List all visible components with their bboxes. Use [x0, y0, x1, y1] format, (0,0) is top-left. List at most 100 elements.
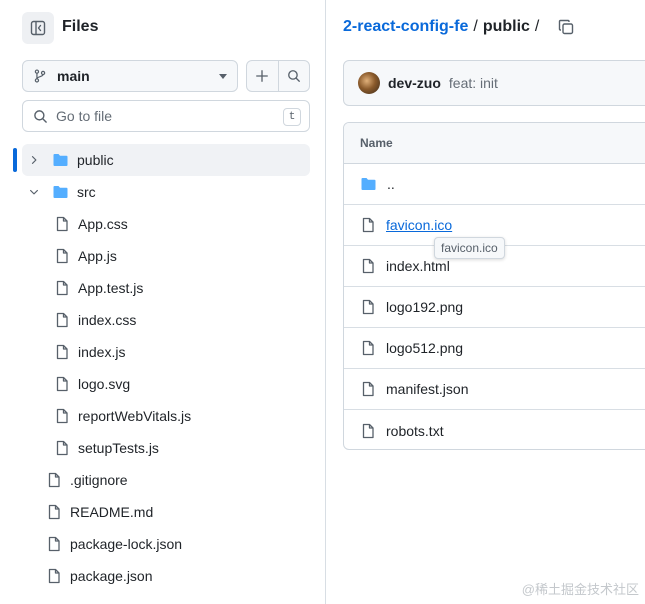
branch-name: main: [57, 68, 90, 84]
file-icon: [362, 217, 374, 233]
tree-item-label: App.test.js: [78, 280, 144, 296]
tree-item-label: index.css: [78, 312, 137, 328]
tree-file-item[interactable]: index.css: [0, 304, 326, 336]
file-icon: [362, 258, 374, 274]
file-icon: [48, 472, 60, 488]
commit-message[interactable]: feat: init: [449, 75, 498, 91]
sidebar-action-group: [246, 60, 310, 92]
sidebar-collapse-icon: [30, 20, 46, 36]
tree-file-item[interactable]: README.md: [0, 496, 326, 528]
file-row[interactable]: logo192.png: [344, 287, 645, 328]
commit-author[interactable]: dev-zuo: [388, 75, 441, 91]
file-icon: [56, 248, 68, 264]
tree-item-label: logo.svg: [78, 376, 131, 392]
file-row[interactable]: robots.txt: [344, 410, 645, 449]
parent-directory-row[interactable]: ..: [344, 164, 645, 205]
file-name-link[interactable]: robots.txt: [386, 423, 444, 439]
tree-expander[interactable]: [26, 152, 42, 168]
folder-icon: [53, 154, 68, 166]
file-icon: [48, 568, 60, 584]
breadcrumb-separator: /: [534, 18, 540, 35]
add-file-button[interactable]: [247, 61, 279, 91]
file-name-link[interactable]: favicon.ico: [386, 217, 452, 233]
tree-file-item[interactable]: index.js: [0, 336, 326, 368]
file-icon: [56, 344, 68, 360]
git-branch-icon: [34, 69, 46, 83]
folder-icon: [53, 186, 68, 198]
latest-commit-bar: dev-zuo feat: init: [343, 60, 645, 106]
sidebar-toggle-button[interactable]: [22, 12, 54, 44]
chevron-right-icon: [31, 156, 37, 164]
tree-folder-item[interactable]: src: [0, 176, 326, 208]
go-to-file-input[interactable]: [56, 108, 276, 124]
tree-item-label: reportWebVitals.js: [78, 408, 192, 424]
file-icon: [56, 312, 68, 328]
tree-file-item[interactable]: logo.svg: [0, 368, 326, 400]
file-name-link[interactable]: logo192.png: [386, 299, 463, 315]
tree-item-label: public: [77, 152, 114, 168]
tree-file-item[interactable]: setupTests.js: [0, 432, 326, 464]
keyboard-shortcut-hint: t: [283, 108, 301, 126]
file-tree-sidebar: Files main Go to file t public src App.c…: [0, 0, 326, 604]
file-icon: [56, 440, 68, 456]
file-icon: [56, 216, 68, 232]
breadcrumb-repo-link[interactable]: 2-react-config-fe: [343, 18, 468, 36]
file-icon: [56, 376, 68, 392]
tree-file-item[interactable]: package-lock.json: [0, 528, 326, 560]
tree-file-item[interactable]: reportWebVitals.js: [0, 400, 326, 432]
tree-expander[interactable]: [26, 184, 42, 200]
search-code-button[interactable]: [279, 61, 310, 91]
tree-item-label: setupTests.js: [78, 440, 159, 456]
file-icon: [56, 280, 68, 296]
tree-file-item[interactable]: App.test.js: [0, 272, 326, 304]
hover-tooltip: favicon.ico: [434, 237, 505, 259]
tree-item-label: .gitignore: [70, 472, 128, 488]
watermark: @稀土掘金技术社区: [521, 582, 639, 597]
file-icon: [362, 423, 374, 438]
file-name-link[interactable]: manifest.json: [386, 381, 468, 397]
file-icon: [362, 381, 374, 397]
file-name-link[interactable]: ..: [387, 176, 395, 192]
tree-folder-item[interactable]: public: [22, 144, 310, 176]
go-to-file-field[interactable]: t: [22, 100, 310, 132]
tree-file-item[interactable]: App.js: [0, 240, 326, 272]
file-row[interactable]: logo512.png: [344, 328, 645, 369]
tree-item-label: package.json: [70, 568, 153, 584]
folder-icon: [361, 178, 376, 190]
breadcrumb-current: public: [482, 18, 530, 35]
plus-icon: [256, 70, 269, 82]
search-icon: [287, 70, 300, 82]
file-row[interactable]: manifest.json: [344, 369, 645, 410]
tree-item-label: README.md: [70, 504, 154, 520]
tree-file-item[interactable]: App.css: [0, 208, 326, 240]
search-icon: [34, 109, 47, 123]
tree-file-item[interactable]: .gitignore: [0, 464, 326, 496]
sidebar-title: Files: [62, 18, 99, 35]
file-icon: [48, 536, 60, 552]
file-icon: [56, 408, 68, 424]
tree-item-label: App.js: [78, 248, 117, 264]
chevron-down-icon: [219, 73, 227, 79]
tree-file-item[interactable]: package.json: [0, 560, 326, 592]
breadcrumb-separator: /: [473, 18, 478, 35]
file-name-link[interactable]: index.html: [386, 258, 450, 274]
file-list-table: Name .. favicon.ico index.html logo192.png l…: [343, 122, 645, 450]
file-icon: [362, 299, 374, 315]
file-list-body: .. favicon.ico index.html logo192.png logo51…: [344, 164, 645, 449]
tree-item-label: package-lock.json: [70, 536, 183, 552]
tree-item-label: index.js: [78, 344, 126, 360]
file-name-link[interactable]: logo512.png: [386, 340, 463, 356]
file-icon: [48, 504, 60, 520]
copy-icon: [559, 19, 574, 35]
copy-path-button[interactable]: [558, 19, 574, 35]
tree-item-label: src: [77, 184, 96, 200]
file-icon: [362, 340, 374, 356]
branch-selector-button[interactable]: main: [22, 60, 238, 92]
file-list-header: Name: [344, 123, 645, 164]
tree-item-label: App.css: [78, 216, 128, 232]
file-tree: public src App.css App.js App.test.js index.c…: [0, 144, 326, 592]
main-content: 2-react-config-fe / public / dev-zuo fea…: [327, 0, 645, 604]
breadcrumb: 2-react-config-fe / public /: [343, 18, 574, 36]
chevron-down-icon: [30, 189, 38, 195]
avatar[interactable]: [358, 72, 380, 94]
